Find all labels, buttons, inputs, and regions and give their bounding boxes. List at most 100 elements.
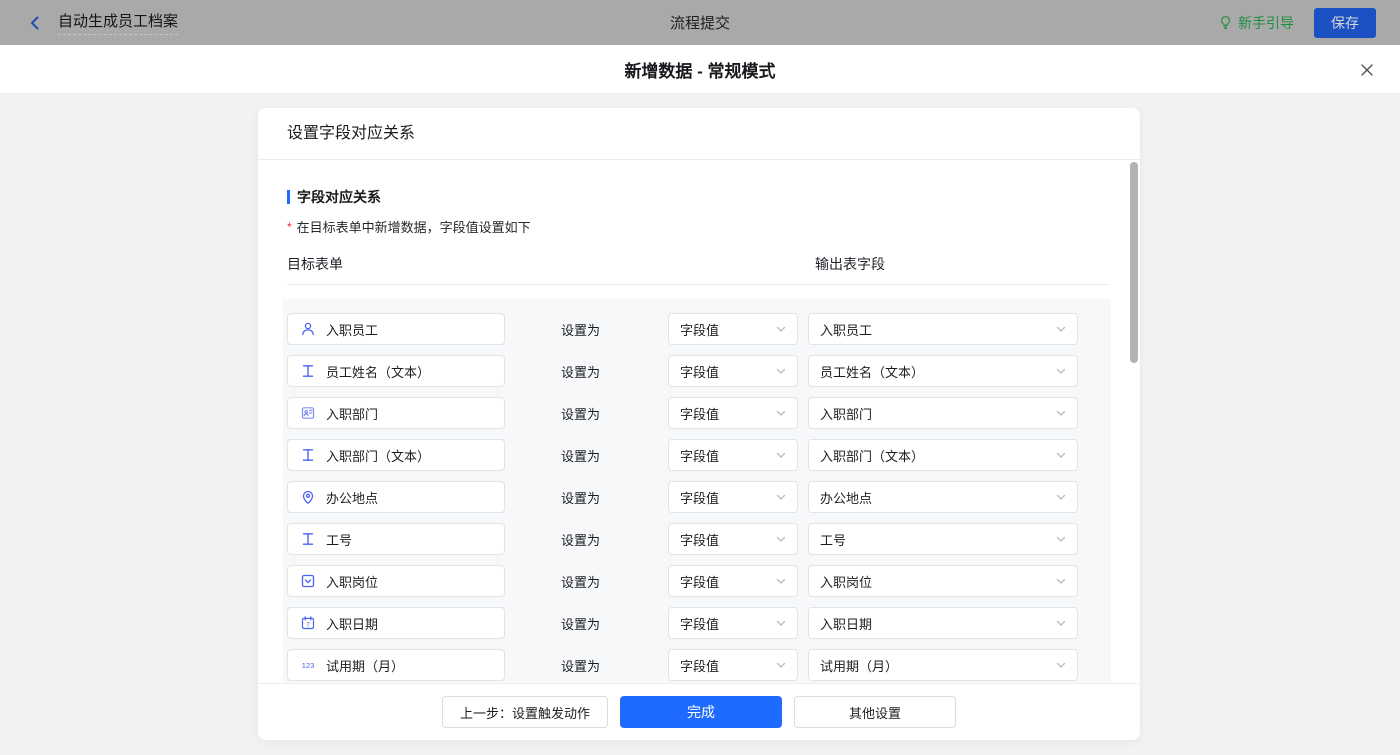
member-icon bbox=[298, 321, 318, 337]
chevron-down-icon bbox=[775, 365, 787, 377]
chevron-down-icon bbox=[775, 449, 787, 461]
value-type-select[interactable]: 字段值 bbox=[668, 565, 798, 597]
set-as-label: 设置为 bbox=[561, 574, 601, 590]
value-type-select[interactable]: 字段值 bbox=[668, 439, 798, 471]
output-field-select[interactable]: 员工姓名（文本） bbox=[808, 355, 1078, 387]
set-as-label: 设置为 bbox=[561, 532, 601, 548]
chevron-down-icon bbox=[1055, 323, 1067, 335]
col-header-target-form: 目标表单 bbox=[287, 256, 343, 272]
card-title: 设置字段对应关系 bbox=[258, 108, 1140, 160]
chevron-down-icon bbox=[775, 323, 787, 335]
set-as-label: 设置为 bbox=[561, 490, 601, 506]
svg-text:123: 123 bbox=[302, 661, 315, 670]
set-as-label: 设置为 bbox=[561, 658, 601, 674]
column-headers: 目标表单 输出表字段 bbox=[287, 254, 1110, 285]
chevron-down-icon bbox=[775, 659, 787, 671]
set-as-label: 设置为 bbox=[561, 364, 601, 380]
chevron-down-icon bbox=[1055, 407, 1067, 419]
save-button[interactable]: 保存 bbox=[1314, 7, 1376, 38]
modal-header: 新增数据 - 常规模式 bbox=[0, 45, 1400, 94]
output-field-select[interactable]: 办公地点 bbox=[808, 481, 1078, 513]
target-field-box: 123 试用期（月） bbox=[287, 649, 505, 681]
chevron-down-icon bbox=[1055, 659, 1067, 671]
output-field-select[interactable]: 入职日期 bbox=[808, 607, 1078, 639]
chevron-down-icon bbox=[1055, 365, 1067, 377]
date-icon: 7 bbox=[298, 615, 318, 631]
modal-title: 新增数据 - 常规模式 bbox=[624, 61, 776, 81]
modal-body: 设置字段对应关系 字段对应关系 * 在目标表单中新增数据，字段值设置如下 目标表单… bbox=[0, 94, 1400, 755]
app-topbar: 自动生成员工档案 流程提交 新手引导 保存 bbox=[0, 0, 1400, 45]
output-field-select[interactable]: 入职员工 bbox=[808, 313, 1078, 345]
target-field-box: 入职岗位 bbox=[287, 565, 505, 597]
target-field-box: 7 入职日期 bbox=[287, 607, 505, 639]
chevron-down-icon bbox=[1055, 575, 1067, 587]
section-title: 字段对应关系 bbox=[297, 189, 381, 205]
number-icon: 123 bbox=[298, 657, 318, 673]
value-type-select[interactable]: 字段值 bbox=[668, 481, 798, 513]
value-type-select[interactable]: 字段值 bbox=[668, 607, 798, 639]
field-mapping-row: 办公地点 设置为 字段值 办公地点 bbox=[287, 481, 1111, 513]
svg-text:7: 7 bbox=[306, 622, 310, 629]
field-mapping-row: 123 试用期（月） 设置为 字段值 试用期（月） bbox=[287, 649, 1111, 681]
flow-title[interactable]: 自动生成员工档案 bbox=[58, 10, 179, 35]
target-field-box: 入职部门 bbox=[287, 397, 505, 429]
field-mapping-card: 设置字段对应关系 字段对应关系 * 在目标表单中新增数据，字段值设置如下 目标表单… bbox=[258, 108, 1140, 740]
output-field-select[interactable]: 入职部门 bbox=[808, 397, 1078, 429]
value-type-select[interactable]: 字段值 bbox=[668, 313, 798, 345]
target-field-box: 员工姓名（文本） bbox=[287, 355, 505, 387]
topbar-right: 新手引导 保存 bbox=[1218, 7, 1376, 38]
target-field-box: 工号 bbox=[287, 523, 505, 555]
select-icon bbox=[298, 573, 318, 589]
chevron-down-icon bbox=[775, 407, 787, 419]
beginner-guide-link[interactable]: 新手引导 bbox=[1218, 13, 1294, 33]
topbar-tab-process-submit: 流程提交 bbox=[669, 15, 730, 32]
chevron-down-icon bbox=[775, 617, 787, 629]
output-field-select[interactable]: 入职部门（文本） bbox=[808, 439, 1078, 471]
chevron-down-icon bbox=[1055, 617, 1067, 629]
section-accent-bar bbox=[287, 190, 290, 204]
topbar-left: 自动生成员工档案 bbox=[27, 10, 179, 35]
mapping-hint: * 在目标表单中新增数据，字段值设置如下 bbox=[287, 217, 1111, 236]
set-as-label: 设置为 bbox=[561, 406, 601, 422]
field-mapping-row: 入职部门 设置为 字段值 入职部门 bbox=[287, 397, 1111, 429]
chevron-down-icon bbox=[1055, 449, 1067, 461]
output-field-select[interactable]: 试用期（月） bbox=[808, 649, 1078, 681]
set-as-label: 设置为 bbox=[561, 322, 601, 338]
text-icon bbox=[298, 363, 318, 379]
hint-text: 在目标表单中新增数据，字段值设置如下 bbox=[296, 220, 531, 235]
field-mapping-row: 入职部门（文本） 设置为 字段值 入职部门（文本） bbox=[287, 439, 1111, 471]
target-field-box: 办公地点 bbox=[287, 481, 505, 513]
chevron-down-icon bbox=[1055, 491, 1067, 503]
department-icon bbox=[298, 405, 318, 421]
value-type-select[interactable]: 字段值 bbox=[668, 397, 798, 429]
back-icon[interactable] bbox=[27, 15, 43, 31]
text-icon bbox=[298, 447, 318, 463]
field-mapping-row: 7 入职日期 设置为 字段值 入职日期 bbox=[287, 607, 1111, 639]
field-mapping-row: 入职岗位 设置为 字段值 入职岗位 bbox=[287, 565, 1111, 597]
card-footer: 上一步：设置触发动作 完成 其他设置 bbox=[258, 683, 1140, 740]
location-icon bbox=[298, 489, 318, 505]
value-type-select[interactable]: 字段值 bbox=[668, 355, 798, 387]
text-icon bbox=[298, 531, 318, 547]
close-icon[interactable] bbox=[1359, 62, 1375, 78]
col-header-output-fields: 输出表字段 bbox=[815, 256, 885, 272]
chevron-down-icon bbox=[775, 533, 787, 545]
set-as-label: 设置为 bbox=[561, 616, 601, 632]
scrollbar-thumb[interactable] bbox=[1130, 162, 1138, 363]
mapping-rows-list: 入职员工 设置为 字段值 入职员工 员工姓名（文本） 设置为 字段值 员工姓名（… bbox=[283, 299, 1111, 699]
field-mapping-row: 入职员工 设置为 字段值 入职员工 bbox=[287, 313, 1111, 345]
done-button[interactable]: 完成 bbox=[620, 696, 782, 728]
prev-step-button[interactable]: 上一步：设置触发动作 bbox=[441, 696, 608, 728]
required-asterisk: * bbox=[287, 220, 292, 234]
other-settings-button[interactable]: 其他设置 bbox=[794, 696, 956, 728]
value-type-select[interactable]: 字段值 bbox=[668, 523, 798, 555]
set-as-label: 设置为 bbox=[561, 448, 601, 464]
guide-label: 新手引导 bbox=[1238, 14, 1294, 31]
chevron-down-icon bbox=[775, 575, 787, 587]
target-field-box: 入职部门（文本） bbox=[287, 439, 505, 471]
lightbulb-icon bbox=[1218, 15, 1233, 30]
output-field-select[interactable]: 入职岗位 bbox=[808, 565, 1078, 597]
output-field-select[interactable]: 工号 bbox=[808, 523, 1078, 555]
chevron-down-icon bbox=[1055, 533, 1067, 545]
value-type-select[interactable]: 字段值 bbox=[668, 649, 798, 681]
